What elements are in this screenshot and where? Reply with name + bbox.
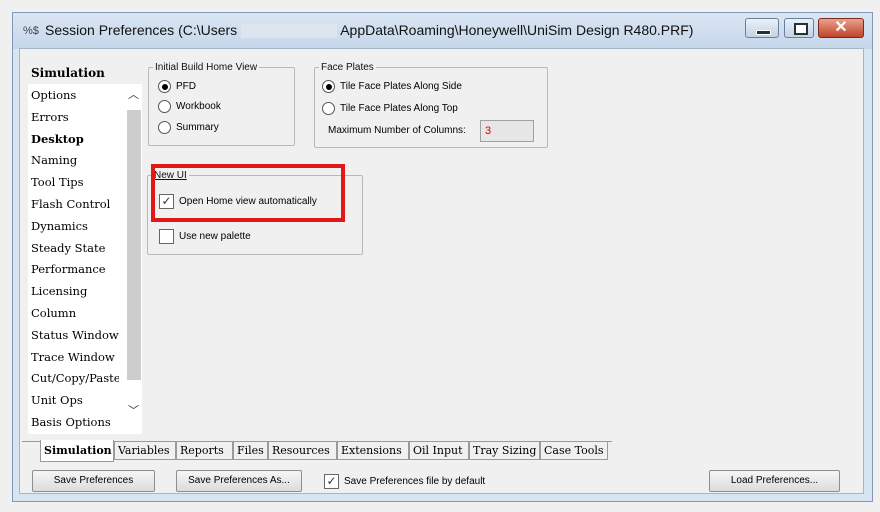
title-bar[interactable]: %$ Session Preferences (C:\Users AppData…	[13, 13, 872, 49]
use-new-palette-label: Use new palette	[179, 231, 251, 243]
window-title: Session Preferences (C:\Users AppData\Ro…	[45, 22, 694, 39]
tab-reports[interactable]: Reports	[176, 442, 233, 460]
radio-workbook[interactable]: Workbook	[158, 100, 221, 113]
scroll-up-icon[interactable]: ︿	[128, 86, 139, 102]
minimize-icon	[756, 30, 771, 35]
scroll-down-icon[interactable]: ﹀	[128, 402, 139, 418]
sidebar-item[interactable]: Status Window	[31, 328, 119, 342]
sidebar-item[interactable]: Cut/Copy/Paste	[31, 371, 119, 385]
list-scroll-thumb[interactable]	[127, 110, 141, 380]
save-by-default-checkbox[interactable]: ✓ Save Preferences file by default	[324, 474, 485, 489]
sidebar-item[interactable]: Steady State	[31, 241, 119, 255]
category-list[interactable]: Options Errors Desktop Naming Tool Tips Flash…	[28, 84, 142, 434]
tab-simulation[interactable]: Simulation	[40, 440, 114, 462]
save-by-default-label: Save Preferences file by default	[344, 476, 486, 488]
radio-tile-side[interactable]: Tile Face Plates Along Side	[322, 80, 462, 93]
radio-pfd-indicator[interactable]	[158, 80, 171, 93]
tab-resources[interactable]: Resources	[268, 442, 337, 460]
sidebar-item[interactable]: Trace Window	[31, 350, 119, 364]
radio-tile-side-label: Tile Face Plates Along Side	[340, 81, 462, 93]
save-preferences-button[interactable]: Save Preferences	[32, 470, 155, 492]
use-new-palette-checkbox[interactable]: Use new palette	[159, 229, 251, 244]
sidebar-item[interactable]: Naming	[31, 153, 119, 167]
use-new-palette-check-icon[interactable]	[159, 229, 174, 244]
sidebar-item[interactable]: Errors	[31, 110, 119, 124]
radio-tile-top-indicator[interactable]	[322, 102, 335, 115]
window-title-suffix: AppData\Roaming\Honeywell\UniSim Design …	[340, 22, 694, 38]
sidebar-item[interactable]: Unit Ops	[31, 393, 119, 407]
radio-tile-top[interactable]: Tile Face Plates Along Top	[322, 102, 458, 115]
radio-summary[interactable]: Summary	[158, 121, 219, 134]
minimize-button[interactable]	[745, 18, 779, 38]
save-by-default-check-icon[interactable]: ✓	[324, 474, 339, 489]
radio-pfd[interactable]: PFD	[158, 80, 196, 93]
redacted-username	[241, 24, 338, 39]
save-preferences-as-button[interactable]: Save Preferences As...	[176, 470, 302, 492]
tab-tray-sizing[interactable]: Tray Sizing	[469, 442, 540, 460]
radio-summary-label: Summary	[176, 122, 219, 134]
tab-oil-input[interactable]: Oil Input	[409, 442, 469, 460]
radio-tile-top-label: Tile Face Plates Along Top	[340, 103, 458, 115]
radio-workbook-indicator[interactable]	[158, 100, 171, 113]
tab-variables[interactable]: Variables	[114, 442, 176, 460]
sidebar-item[interactable]: Licensing	[31, 284, 119, 298]
tab-case-tools[interactable]: Case Tools	[540, 442, 608, 460]
window-title-prefix: Session Preferences (C:\Users	[45, 22, 238, 38]
radio-summary-indicator[interactable]	[158, 121, 171, 134]
close-icon: ✕	[834, 19, 848, 36]
initial-build-legend: Initial Build Home View	[155, 62, 258, 73]
sidebar-item[interactable]: Tool Tips	[31, 175, 119, 189]
sidebar-item[interactable]: Dynamics	[31, 219, 119, 233]
radio-tile-side-indicator[interactable]	[322, 80, 335, 93]
tab-files[interactable]: Files	[233, 442, 268, 460]
app-icon: %$	[23, 25, 39, 37]
sidebar-item[interactable]: Options	[31, 88, 119, 102]
max-columns-label: Maximum Number of Columns:	[328, 125, 466, 136]
close-button[interactable]: ✕	[818, 18, 864, 38]
radio-pfd-label: PFD	[176, 81, 196, 93]
face-plates-legend: Face Plates	[321, 62, 374, 73]
max-columns-input[interactable]: 3	[480, 120, 534, 142]
tab-extensions[interactable]: Extensions	[337, 442, 409, 460]
load-preferences-button[interactable]: Load Preferences...	[709, 470, 840, 492]
highlight-annotation	[151, 164, 345, 222]
sidebar-item[interactable]: Desktop	[31, 132, 119, 146]
maximize-button[interactable]	[784, 18, 814, 38]
sidebar-header: Simulation	[31, 66, 105, 80]
sidebar-item[interactable]: Basis Options	[31, 415, 119, 429]
radio-workbook-label: Workbook	[176, 101, 221, 113]
sidebar-item[interactable]: Column	[31, 306, 119, 320]
sidebar-item[interactable]: Flash Control	[31, 197, 119, 211]
sidebar-item[interactable]: Performance	[31, 262, 119, 276]
maximize-icon	[794, 23, 808, 35]
